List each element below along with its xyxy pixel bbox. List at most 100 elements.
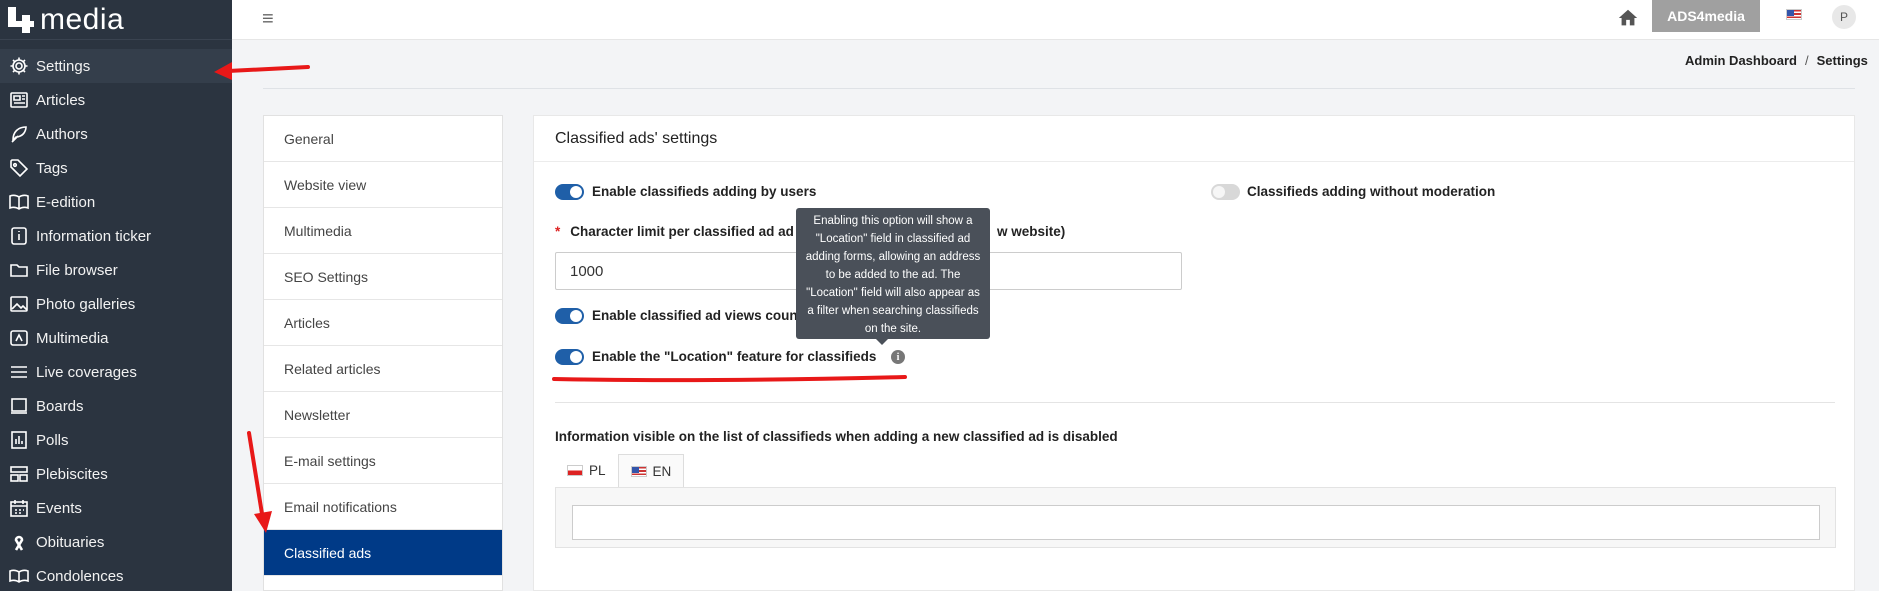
info-icon: [8, 225, 30, 247]
sidebar-item-multimedia[interactable]: Multimedia: [0, 321, 232, 355]
sidebar-item-plebiscites[interactable]: Plebiscites: [0, 457, 232, 491]
media-icon: [8, 327, 30, 349]
tab-en[interactable]: EN: [617, 454, 685, 487]
sidebar-item-label: Articles: [36, 91, 86, 109]
sidebar-nav: Settings Articles Authors Tags E-edition…: [0, 49, 232, 591]
settings-menu-seo-settings[interactable]: SEO Settings: [264, 254, 502, 300]
annotation-arrow-classified-ads: [247, 431, 265, 522]
sidebar-item-label: Events: [36, 499, 82, 517]
sidebar-item-events[interactable]: Events: [0, 491, 232, 525]
topbar: ≡ ADS4media P: [232, 0, 1879, 40]
site-select-button[interactable]: ADS4media: [1652, 0, 1760, 32]
settings-menu-email-notifications[interactable]: Email notifications: [264, 484, 502, 530]
location-feature-toggle[interactable]: [555, 349, 584, 365]
char-limit-label: * Character limit per classified ad ad: [555, 224, 794, 239]
tag-icon: [8, 157, 30, 179]
avatar[interactable]: P: [1832, 5, 1856, 29]
sidebar-item-condolences[interactable]: Condolences: [0, 559, 232, 591]
sidebar-item-obituaries[interactable]: Obituaries: [0, 525, 232, 559]
location-tooltip: Enabling this option will show a "Locati…: [796, 208, 990, 345]
location-feature-label: Enable the "Location" feature for classi…: [592, 349, 877, 364]
brand-logo[interactable]: media: [0, 0, 232, 40]
info-icon[interactable]: i: [891, 350, 905, 364]
us-flag-icon[interactable]: [1786, 9, 1802, 20]
hamburger-menu-icon[interactable]: ≡: [262, 8, 274, 31]
sidebar-item-polls[interactable]: Polls: [0, 423, 232, 457]
list-icon: [8, 361, 30, 383]
annotation-arrow-settings: [226, 65, 310, 73]
newspaper-icon: [8, 89, 30, 111]
sidebar-item-label: Multimedia: [36, 329, 109, 347]
feather-icon: [8, 123, 30, 145]
sidebar-item-label: Polls: [36, 431, 69, 449]
settings-menu-e-mail-settings[interactable]: E-mail settings: [264, 438, 502, 484]
settings-menu-multimedia[interactable]: Multimedia: [264, 208, 502, 254]
settings-menu-articles[interactable]: Articles: [264, 300, 502, 346]
sidebar-item-photo-galleries[interactable]: Photo galleries: [0, 287, 232, 321]
content-divider: [263, 88, 1855, 89]
sidebar: media Settings Articles Authors Tags E-e…: [0, 0, 232, 591]
sidebar-item-label: File browser: [36, 261, 118, 279]
image-icon: [8, 293, 30, 315]
sidebar-item-settings[interactable]: Settings: [0, 49, 232, 83]
views-counter-label: Enable classified ad views coun: [592, 308, 798, 323]
settings-menu-classified-ads[interactable]: Classified ads: [264, 530, 502, 576]
without-moderation-label: Classifieds adding without moderation: [1247, 184, 1496, 199]
settings-menu-related-articles[interactable]: Related articles: [264, 346, 502, 392]
sidebar-item-label: Authors: [36, 125, 88, 143]
book-icon: [8, 191, 30, 213]
settings-menu-general[interactable]: General: [264, 116, 502, 162]
section-divider: [555, 402, 1835, 403]
plebiscite-icon: [8, 463, 30, 485]
gear-icon: [8, 55, 30, 77]
ribbon-icon: [8, 531, 30, 553]
board-icon: [8, 395, 30, 417]
sidebar-item-label: Condolences: [36, 567, 124, 585]
language-tabs: PL EN: [555, 454, 685, 487]
enable-classifieds-adding-label: Enable classifieds adding by users: [592, 184, 817, 199]
char-limit-label-tail: w website): [997, 224, 1066, 239]
enable-classifieds-adding-toggle[interactable]: [555, 184, 584, 200]
sidebar-item-label: Information ticker: [36, 227, 152, 245]
without-moderation-toggle[interactable]: [1211, 184, 1240, 200]
brand-text: media: [40, 2, 125, 36]
sidebar-item-label: Tags: [36, 159, 68, 177]
tab-label: EN: [652, 463, 672, 479]
sidebar-item-label: Live coverages: [36, 363, 137, 381]
book-open-icon: [8, 565, 30, 587]
sidebar-item-boards[interactable]: Boards: [0, 389, 232, 423]
us-flag-icon: [630, 465, 647, 477]
sidebar-item-label: Photo galleries: [36, 295, 136, 313]
disabled-info-editor[interactable]: [572, 505, 1820, 540]
settings-menu-website-view[interactable]: Website view: [264, 162, 502, 208]
views-counter-toggle[interactable]: [555, 308, 584, 324]
home-icon[interactable]: [1617, 7, 1641, 31]
folder-icon: [8, 259, 30, 281]
panel-title: Classified ads' settings: [534, 116, 1854, 162]
editor-container: [555, 487, 1836, 548]
sidebar-item-file-browser[interactable]: File browser: [0, 253, 232, 287]
sidebar-item-information-ticker[interactable]: Information ticker: [0, 219, 232, 253]
sidebar-item-tags[interactable]: Tags: [0, 151, 232, 185]
sidebar-item-label: Settings: [36, 57, 91, 75]
sidebar-item-label: Plebiscites: [36, 465, 108, 483]
sidebar-item-e-edition[interactable]: E-edition: [0, 185, 232, 219]
sidebar-item-label: Obituaries: [36, 533, 105, 551]
sidebar-item-articles[interactable]: Articles: [0, 83, 232, 117]
breadcrumb-parent[interactable]: Admin Dashboard: [1685, 53, 1797, 68]
sidebar-item-live-coverages[interactable]: Live coverages: [0, 355, 232, 389]
sidebar-item-label: Boards: [36, 397, 84, 415]
breadcrumb-separator: /: [1804, 53, 1809, 68]
breadcrumb-current: Settings: [1816, 53, 1868, 68]
disabled-info-label: Information visible on the list of class…: [555, 429, 1118, 444]
calendar-icon: [8, 497, 30, 519]
required-asterisk: *: [555, 224, 561, 239]
tab-pl[interactable]: PL: [555, 454, 618, 487]
classified-ads-settings-panel: Classified ads' settings Enable classifi…: [533, 115, 1855, 591]
pl-flag-icon: [567, 465, 583, 476]
tab-label: PL: [589, 463, 606, 478]
settings-menu-newsletter[interactable]: Newsletter: [264, 392, 502, 438]
breadcrumb: Admin Dashboard / Settings: [1683, 53, 1870, 68]
sidebar-item-authors[interactable]: Authors: [0, 117, 232, 151]
brand-mark-icon: [4, 5, 38, 35]
